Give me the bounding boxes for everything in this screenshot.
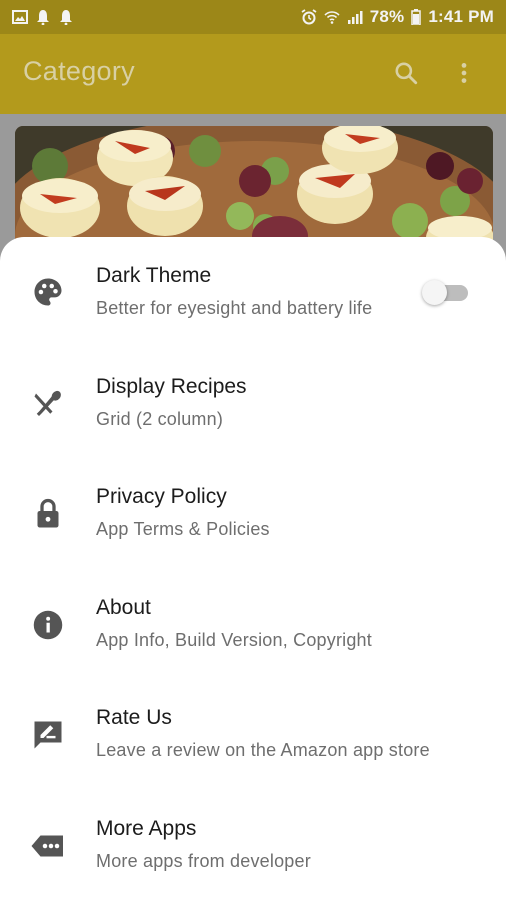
clock: 1:41 PM — [428, 7, 494, 26]
settings-sheet: Dark Theme Better for eyesight and batte… — [0, 237, 506, 900]
bell-icon — [37, 10, 49, 25]
setting-subtitle: Leave a review on the Amazon app store — [96, 740, 430, 760]
bell-icon — [60, 10, 72, 25]
setting-about[interactable]: About App Info, Build Version, Copyright — [0, 569, 506, 679]
alarm-icon — [301, 9, 317, 25]
setting-more-apps[interactable]: More Apps More apps from developer — [0, 790, 506, 900]
app-title: Category — [23, 56, 135, 86]
setting-title: Dark Theme — [96, 264, 212, 287]
setting-subtitle: More apps from developer — [96, 851, 311, 871]
status-right: 78% 1:41 PM — [301, 7, 494, 27]
search-button[interactable] — [391, 58, 421, 88]
palette-icon — [34, 278, 62, 306]
dark-theme-toggle[interactable] — [422, 280, 470, 305]
setting-title: About — [96, 596, 151, 619]
setting-subtitle: App Info, Build Version, Copyright — [96, 630, 372, 650]
setting-title: Privacy Policy — [96, 485, 227, 508]
battery-percent: 78% — [369, 7, 405, 26]
setting-privacy-policy[interactable]: Privacy Policy App Terms & Policies — [0, 458, 506, 568]
status-bar: 78% 1:41 PM — [0, 0, 506, 34]
setting-subtitle: Better for eyesight and battery life — [96, 298, 373, 318]
image-icon — [12, 10, 28, 24]
info-icon — [33, 610, 63, 640]
status-left — [12, 9, 74, 25]
utensils-icon — [34, 390, 61, 416]
overflow-menu-button[interactable] — [449, 58, 479, 88]
more-vertical-icon — [461, 63, 467, 83]
setting-rate-us[interactable]: Rate Us Leave a review on the Amazon app… — [0, 679, 506, 789]
wifi-icon — [324, 11, 340, 24]
setting-title: Rate Us — [96, 706, 172, 729]
setting-display-recipes[interactable]: Display Recipes Grid (2 column) — [0, 348, 506, 458]
lock-icon — [37, 498, 59, 528]
setting-dark-theme[interactable]: Dark Theme Better for eyesight and batte… — [0, 237, 506, 347]
setting-title: More Apps — [96, 817, 197, 840]
signal-icon — [347, 11, 363, 24]
app-bar: Category — [0, 34, 506, 114]
rate-review-icon — [34, 721, 62, 749]
setting-subtitle: Grid (2 column) — [96, 409, 224, 429]
search-icon — [395, 62, 418, 85]
setting-subtitle: App Terms & Policies — [96, 519, 270, 539]
toggle-thumb — [422, 280, 447, 305]
more-apps-icon — [31, 835, 63, 857]
setting-title: Display Recipes — [96, 375, 247, 398]
battery-icon — [411, 9, 422, 25]
